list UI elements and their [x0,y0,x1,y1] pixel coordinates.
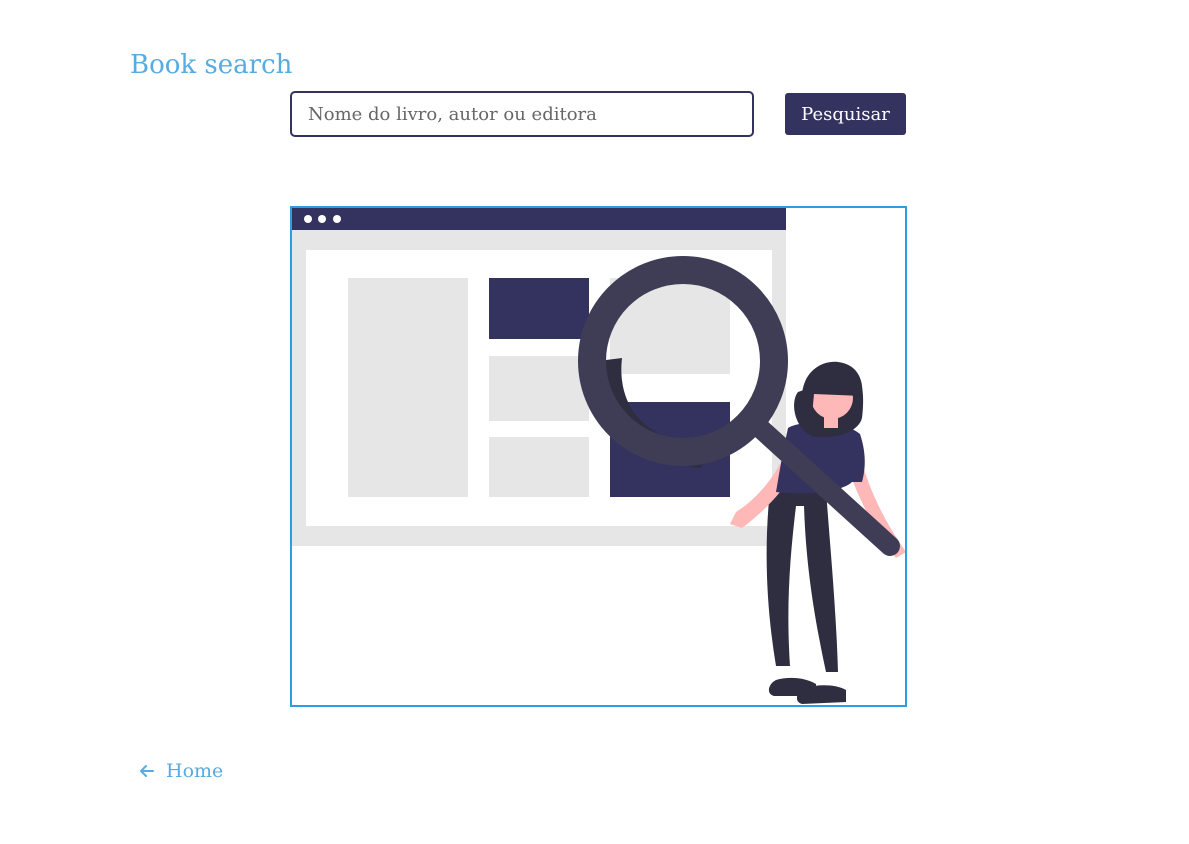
content-block-shape [489,437,589,497]
woman-legs-shape [766,490,838,672]
home-link-label: Home [166,760,224,782]
woman-magnifying-glass-search-illustration [292,208,905,704]
content-block-shape [489,278,589,339]
window-dot-icon [304,215,312,223]
search-button[interactable]: Pesquisar [785,93,906,135]
page-title: Book search [130,50,293,80]
browser-titlebar-shape [292,208,786,230]
content-block-shape [489,356,589,421]
arrow-left-icon [140,765,154,777]
woman-neck-shape [824,412,838,428]
window-dot-icon [333,215,341,223]
book-search-page: Book search Pesquisar [0,0,1189,844]
home-link[interactable]: Home [138,757,223,785]
woman-shoe-shape [796,685,846,704]
content-block-shape [348,278,468,497]
illustration-frame [290,206,907,707]
window-dot-icon [318,215,326,223]
search-input[interactable] [290,91,754,137]
